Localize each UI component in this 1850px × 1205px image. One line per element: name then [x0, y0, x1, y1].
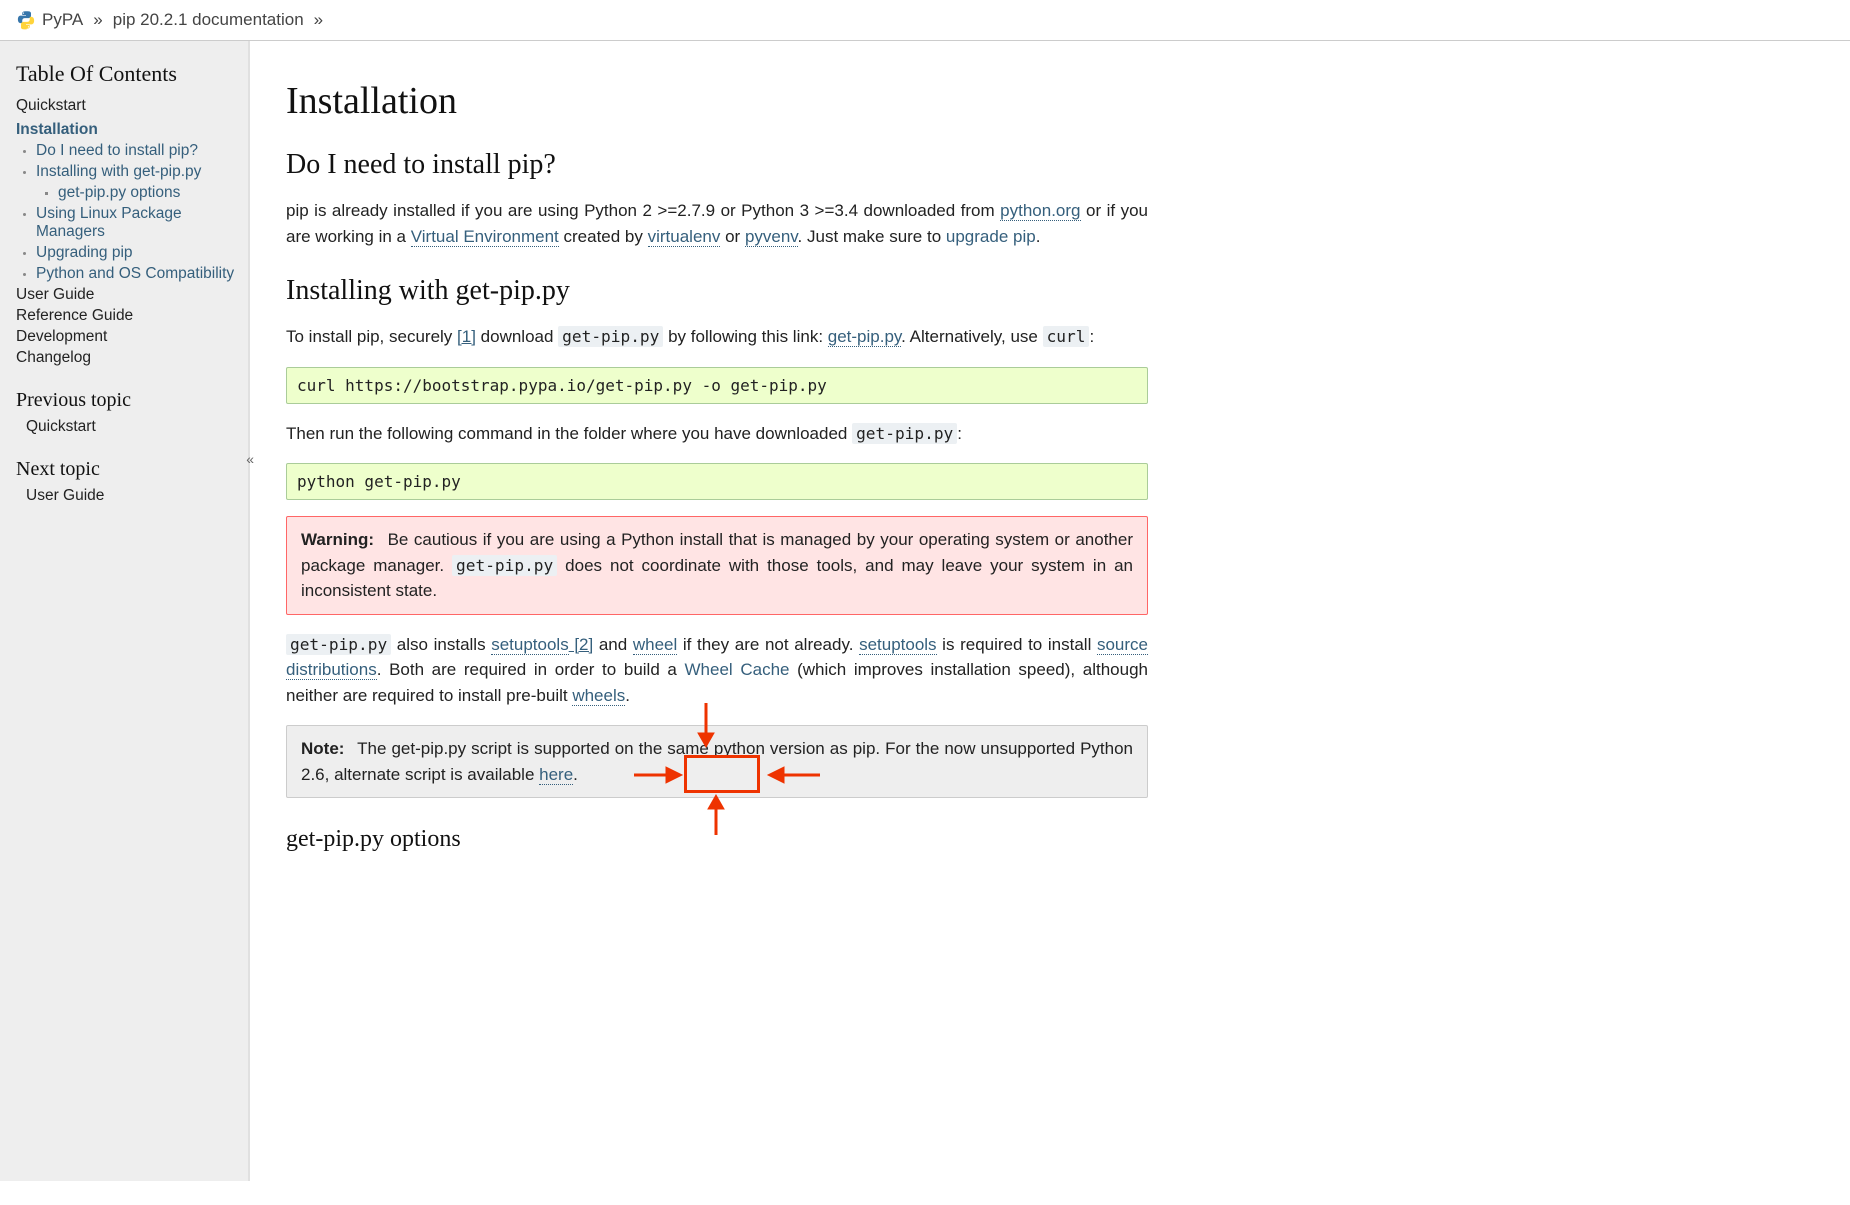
annotation-arrow-right-icon — [762, 763, 822, 787]
para-getpip-3: get-pip.py also installs setuptools [2] … — [286, 632, 1148, 709]
link-setuptools-2[interactable]: setuptools — [859, 635, 937, 655]
annotation-arrow-bottom-icon — [696, 793, 736, 837]
toc-list: Quickstart Installation Do I need to ins… — [16, 97, 236, 367]
footnote-ref-2[interactable]: [2] — [569, 635, 594, 654]
next-topic-link[interactable]: User Guide — [26, 487, 104, 504]
link-virtual-env[interactable]: Virtual Environment — [411, 227, 559, 247]
toc-need-install[interactable]: Do I need to install pip? — [36, 142, 198, 159]
sidebar-collapse-icon[interactable]: « — [246, 451, 254, 467]
code-getpip-warn: get-pip.py — [452, 555, 557, 576]
para-getpip-2: Then run the following command in the fo… — [286, 421, 1148, 447]
para-getpip-1: To install pip, securely [1] download ge… — [286, 324, 1148, 350]
breadcrumb-bar: PyPA » pip 20.2.1 documentation » — [0, 0, 1850, 41]
prev-topic-link[interactable]: Quickstart — [26, 418, 96, 435]
warning-title: Warning: — [301, 530, 374, 549]
toc-upgrading[interactable]: Upgrading pip — [36, 244, 133, 261]
code-getpip: get-pip.py — [558, 326, 663, 347]
link-here[interactable]: here — [539, 765, 573, 785]
codeblock-curl: curl https://bootstrap.pypa.io/get-pip.p… — [286, 367, 1148, 404]
toc-user-guide[interactable]: User Guide — [16, 286, 94, 303]
sidebar: « Table Of Contents Quickstart Installat… — [0, 41, 250, 1181]
breadcrumb-docs[interactable]: pip 20.2.1 documentation — [113, 10, 304, 30]
toc-compat[interactable]: Python and OS Compatibility — [36, 265, 234, 282]
section-need-install: Do I need to install pip? — [286, 149, 1148, 181]
para-need-install: pip is already installed if you are usin… — [286, 198, 1148, 249]
prev-topic-heading: Previous topic — [16, 389, 236, 412]
link-wheel[interactable]: wheel — [633, 635, 677, 655]
link-wheel-cache[interactable]: Wheel Cache — [685, 660, 790, 679]
link-setuptools[interactable]: setuptools — [491, 635, 569, 655]
toc-heading: Table Of Contents — [16, 61, 236, 87]
codeblock-python: python get-pip.py — [286, 463, 1148, 500]
note-title: Note: — [301, 739, 344, 758]
toc-quickstart[interactable]: Quickstart — [16, 97, 86, 114]
breadcrumb-sep: » — [314, 10, 323, 30]
link-upgrade-pip[interactable]: upgrade pip — [946, 227, 1036, 246]
breadcrumb-pypa[interactable]: PyPA — [42, 10, 83, 30]
python-logo-icon — [16, 10, 36, 30]
main-content: Installation Do I need to install pip? p… — [250, 41, 1180, 1181]
footnote-ref-1[interactable]: [1] — [457, 327, 476, 346]
link-wheels[interactable]: wheels — [572, 686, 625, 706]
link-pyvenv[interactable]: pyvenv — [745, 227, 798, 247]
code-curl: curl — [1043, 326, 1090, 347]
toc-installation[interactable]: Installation — [16, 121, 98, 138]
page-title: Installation — [286, 79, 1148, 123]
breadcrumb-sep: » — [93, 10, 102, 30]
toc-reference[interactable]: Reference Guide — [16, 307, 133, 324]
section-getpip: Installing with get-pip.py — [286, 275, 1148, 307]
toc-getpip-options[interactable]: get-pip.py options — [58, 184, 180, 201]
toc-changelog[interactable]: Changelog — [16, 349, 91, 366]
toc-linux-pkg[interactable]: Using Linux Package Managers — [36, 205, 182, 240]
annotation-highlight-box — [684, 755, 760, 793]
toc-getpip[interactable]: Installing with get-pip.py — [36, 163, 201, 180]
code-getpip3: get-pip.py — [286, 634, 391, 655]
annotation-arrow-left-icon — [634, 763, 686, 787]
link-virtualenv[interactable]: virtualenv — [648, 227, 721, 247]
warning-box: Warning: Be cautious if you are using a … — [286, 516, 1148, 615]
code-getpip2: get-pip.py — [852, 423, 957, 444]
annotation-arrow-top-icon — [686, 703, 726, 753]
next-topic-heading: Next topic — [16, 458, 236, 481]
link-python-org[interactable]: python.org — [1000, 201, 1080, 221]
toc-development[interactable]: Development — [16, 328, 107, 345]
link-getpip[interactable]: get-pip.py — [828, 327, 901, 347]
